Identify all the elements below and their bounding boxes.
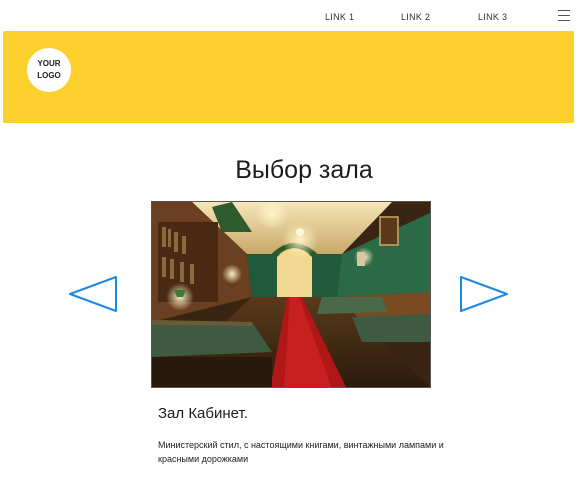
next-arrow-button[interactable] bbox=[457, 274, 509, 314]
nav-link-3[interactable]: LINK 3 bbox=[478, 12, 507, 22]
triangle-right-icon bbox=[460, 276, 508, 312]
prev-arrow-button[interactable] bbox=[68, 274, 120, 314]
hall-description: Министерский стил, с настоящими книгами,… bbox=[158, 440, 444, 464]
header-banner bbox=[3, 31, 574, 123]
hall-name: Зал Кабинет. bbox=[158, 405, 248, 422]
logo[interactable]: YOUR LOGO bbox=[27, 48, 71, 92]
hall-photo-illustration bbox=[152, 202, 430, 387]
top-navigation: LINK 1 LINK 2 LINK 3 bbox=[0, 0, 583, 30]
logo-text: YOUR LOGO bbox=[37, 59, 61, 80]
triangle-left-icon bbox=[69, 276, 117, 312]
page-title: Выбор зала bbox=[235, 156, 373, 184]
nav-link-1[interactable]: LINK 1 bbox=[325, 12, 354, 22]
hall-photo bbox=[151, 201, 431, 388]
nav-link-2[interactable]: LINK 2 bbox=[401, 12, 430, 22]
hamburger-icon[interactable] bbox=[558, 10, 570, 21]
